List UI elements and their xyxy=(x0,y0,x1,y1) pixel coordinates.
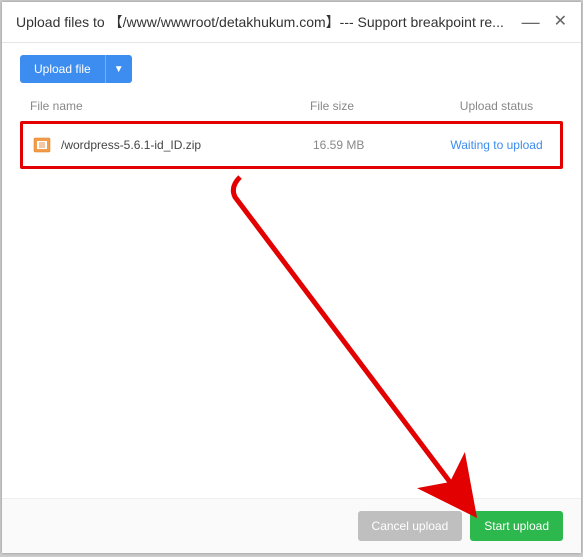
upload-dialog: Upload files to 【/www/wwwroot/detakhukum… xyxy=(2,2,581,553)
cancel-upload-button[interactable]: Cancel upload xyxy=(358,511,463,541)
dialog-footer: Cancel upload Start upload xyxy=(2,498,581,553)
window-controls: — ✕ xyxy=(522,13,567,31)
window-title: Upload files to 【/www/wwwroot/detakhukum… xyxy=(16,12,522,32)
file-size: 16.59 MB xyxy=(313,138,443,152)
close-icon[interactable]: ✕ xyxy=(554,14,567,30)
start-upload-button[interactable]: Start upload xyxy=(470,511,563,541)
titlebar: Upload files to 【/www/wwwroot/detakhukum… xyxy=(2,2,581,43)
upload-file-group: Upload file ▼ xyxy=(20,55,132,83)
file-name: /wordpress-5.6.1-id_ID.zip xyxy=(61,138,313,152)
file-status: Waiting to upload xyxy=(443,138,550,152)
table-row[interactable]: /wordpress-5.6.1-id_ID.zip 16.59 MB Wait… xyxy=(25,126,558,164)
file-table: File name File size Upload status /wordp… xyxy=(2,91,581,498)
header-status: Upload status xyxy=(440,99,553,113)
table-header: File name File size Upload status xyxy=(20,91,563,121)
upload-file-button[interactable]: Upload file xyxy=(20,55,105,83)
header-filename: File name xyxy=(30,99,310,113)
annotation-highlight: /wordpress-5.6.1-id_ID.zip 16.59 MB Wait… xyxy=(20,121,563,169)
header-filesize: File size xyxy=(310,99,440,113)
zip-file-icon xyxy=(33,136,51,154)
upload-file-dropdown[interactable]: ▼ xyxy=(105,55,132,83)
toolbar: Upload file ▼ xyxy=(2,43,581,91)
minimize-icon[interactable]: — xyxy=(522,13,540,31)
